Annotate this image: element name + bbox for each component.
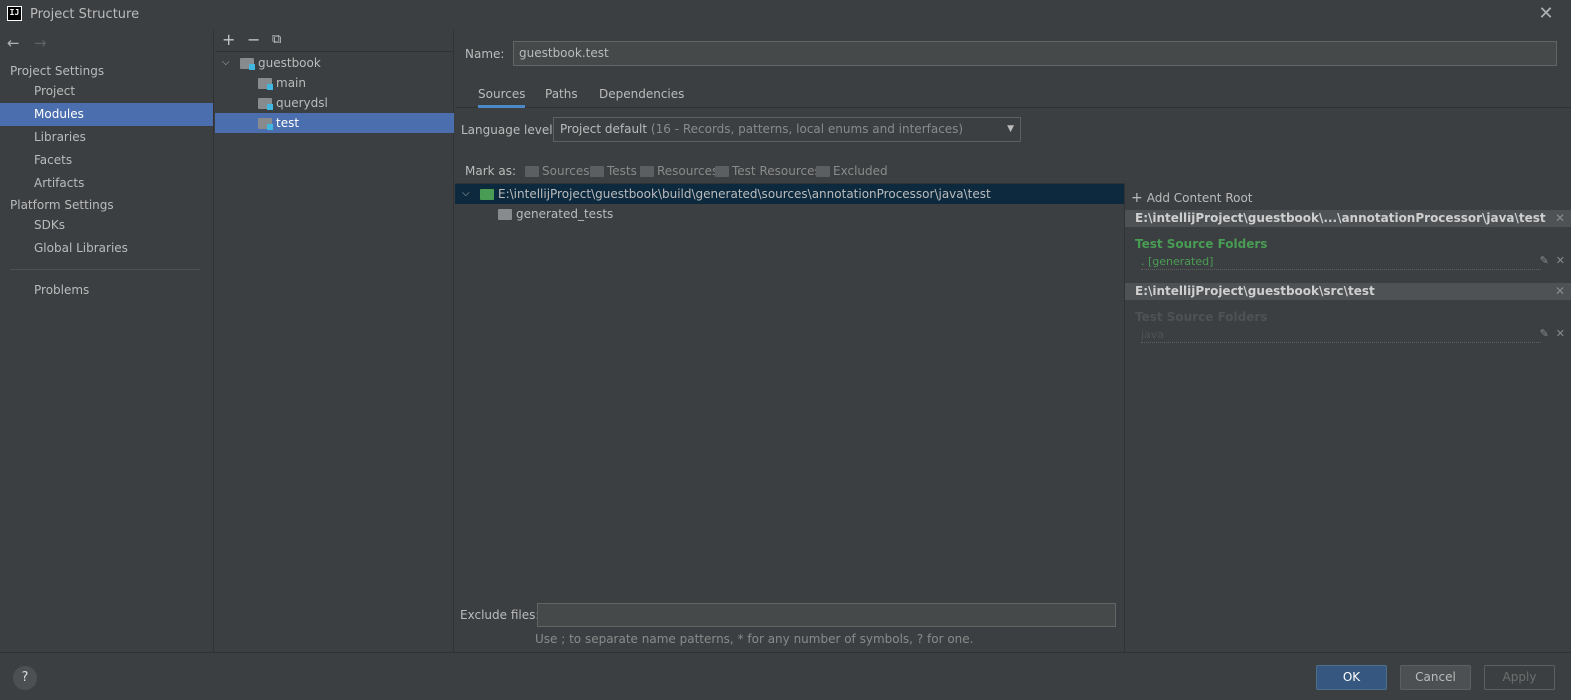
source-folder-entry[interactable]: java xyxy=(1141,328,1541,343)
section-platform-settings: Platform Settings xyxy=(10,198,114,212)
plus-icon: + xyxy=(1131,190,1143,206)
remove-root-icon[interactable]: ✕ xyxy=(1555,210,1565,227)
content-root-header[interactable]: E:\intellijProject\guestbook\...\annotat… xyxy=(1125,210,1571,227)
chevron-down-icon[interactable]: ⌵ xyxy=(222,53,230,73)
add-content-root-label: Add Content Root xyxy=(1146,191,1253,205)
section-project-settings: Project Settings xyxy=(10,64,105,78)
module-name-input[interactable]: guestbook.test xyxy=(513,41,1557,66)
exclude-files-input[interactable] xyxy=(537,603,1116,627)
folder-icon xyxy=(498,209,512,220)
source-folder-tree: ⌵ E:\intellijProject\guestbook\build\gen… xyxy=(455,183,1124,603)
exclude-files-hint: Use ; to separate name patterns, * for a… xyxy=(535,632,974,646)
mark-as-label: Mark as: xyxy=(465,164,517,178)
tab-sources[interactable]: Sources xyxy=(478,87,526,108)
tree-node-guestbook[interactable]: ⌵ guestbook xyxy=(215,53,454,73)
tab-paths[interactable]: Paths xyxy=(545,87,578,101)
cancel-button[interactable]: Cancel xyxy=(1400,665,1471,690)
sidebar-item-sdks[interactable]: SDKs xyxy=(0,214,213,237)
remove-module-icon[interactable]: − xyxy=(247,30,260,50)
source-folder-entry[interactable]: . [generated] xyxy=(1141,255,1541,270)
window-title: Project Structure xyxy=(30,7,140,22)
add-module-icon[interactable]: + xyxy=(222,30,235,50)
intellij-logo-icon: IJ xyxy=(7,6,22,21)
chevron-down-icon[interactable]: ⌵ xyxy=(462,184,470,204)
language-level-value: Project default xyxy=(560,122,648,136)
edit-remove-icons[interactable]: ✎ ✕ xyxy=(1540,327,1565,340)
tree-node-label: querydsl xyxy=(276,96,328,110)
sidebar-item-global-libraries[interactable]: Global Libraries xyxy=(0,237,213,260)
edit-remove-icons[interactable]: ✎ ✕ xyxy=(1540,254,1565,267)
exclude-files-label: Exclude files: xyxy=(460,608,540,622)
sidebar-item-modules[interactable]: Modules xyxy=(0,103,213,126)
source-root-path: E:\intellijProject\guestbook\build\gener… xyxy=(498,187,991,201)
source-child-row[interactable]: generated_tests xyxy=(455,204,1124,224)
remove-root-icon[interactable]: ✕ xyxy=(1555,283,1565,300)
tree-node-querydsl[interactable]: querydsl xyxy=(215,93,454,113)
back-arrow-icon[interactable]: ← xyxy=(7,34,20,52)
sidebar-item-problems[interactable]: Problems xyxy=(0,279,213,302)
apply-button[interactable]: Apply xyxy=(1484,665,1555,690)
title-bar: IJ Project Structure ✕ xyxy=(0,0,1571,30)
module-folder-icon xyxy=(258,78,273,90)
language-level-detail: (16 - Records, patterns, local enums and… xyxy=(650,122,964,136)
mark-tests-button[interactable]: Tests xyxy=(590,164,637,178)
mark-sources-button[interactable]: Sources xyxy=(525,164,589,178)
sidebar-item-facets[interactable]: Facets xyxy=(0,149,213,172)
test-source-folder-icon xyxy=(480,189,494,200)
sidebar-item-artifacts[interactable]: Artifacts xyxy=(0,172,213,195)
tree-node-label: test xyxy=(276,116,300,130)
tab-dependencies[interactable]: Dependencies xyxy=(599,87,684,101)
source-root-row[interactable]: ⌵ E:\intellijProject\guestbook\build\gen… xyxy=(455,184,1124,204)
module-folder-icon xyxy=(240,58,255,70)
tree-node-label: main xyxy=(276,76,306,90)
sidebar-divider xyxy=(10,269,200,270)
dialog-button-bar: ? OK Cancel Apply xyxy=(0,652,1571,700)
tree-node-test[interactable]: test xyxy=(215,113,454,133)
dropdown-caret-icon: ▼ xyxy=(1007,124,1014,134)
sidebar-item-libraries[interactable]: Libraries xyxy=(0,126,213,149)
settings-sidebar: ← → Project Settings Project Modules Lib… xyxy=(0,30,214,652)
source-child-label: generated_tests xyxy=(516,207,614,221)
sidebar-item-project[interactable]: Project xyxy=(0,80,213,103)
language-level-select[interactable]: Project default (16 - Records, patterns,… xyxy=(553,117,1021,142)
module-tree-toolbar: + − ⧉ xyxy=(215,30,454,52)
module-folder-icon xyxy=(258,118,273,130)
content-root-path: E:\intellijProject\guestbook\src\test xyxy=(1135,284,1375,298)
tree-node-label: guestbook xyxy=(258,56,321,70)
module-tree-panel: + − ⧉ ⌵ guestbook main querydsl test xyxy=(215,30,454,652)
mark-excluded-button[interactable]: Excluded xyxy=(816,164,888,178)
tree-node-main[interactable]: main xyxy=(215,73,454,93)
copy-module-icon[interactable]: ⧉ xyxy=(272,30,281,50)
test-source-folders-title: Test Source Folders xyxy=(1135,237,1268,251)
language-level-label: Language level: xyxy=(461,123,557,137)
mark-resources-button[interactable]: Resources xyxy=(640,164,718,178)
close-icon[interactable]: ✕ xyxy=(1536,3,1556,25)
content-root-header[interactable]: E:\intellijProject\guestbook\src\test ✕ xyxy=(1125,283,1571,300)
name-label: Name: xyxy=(465,47,505,61)
ok-button[interactable]: OK xyxy=(1316,665,1387,690)
test-source-folders-title: Test Source Folders xyxy=(1135,310,1268,324)
content-root-path: E:\intellijProject\guestbook\...\annotat… xyxy=(1135,211,1546,225)
module-editor: Name: guestbook.test Sources Paths Depen… xyxy=(455,30,1571,652)
content-roots-panel: + Add Content Root E:\intellijProject\gue… xyxy=(1124,183,1571,652)
forward-arrow-icon[interactable]: → xyxy=(34,34,47,52)
module-tabs: Sources Paths Dependencies xyxy=(455,80,1571,108)
module-folder-icon xyxy=(258,98,273,110)
add-content-root-button[interactable]: + Add Content Root xyxy=(1131,190,1253,206)
help-button[interactable]: ? xyxy=(13,666,37,690)
mark-test-resources-button[interactable]: Test Resources xyxy=(715,164,821,178)
